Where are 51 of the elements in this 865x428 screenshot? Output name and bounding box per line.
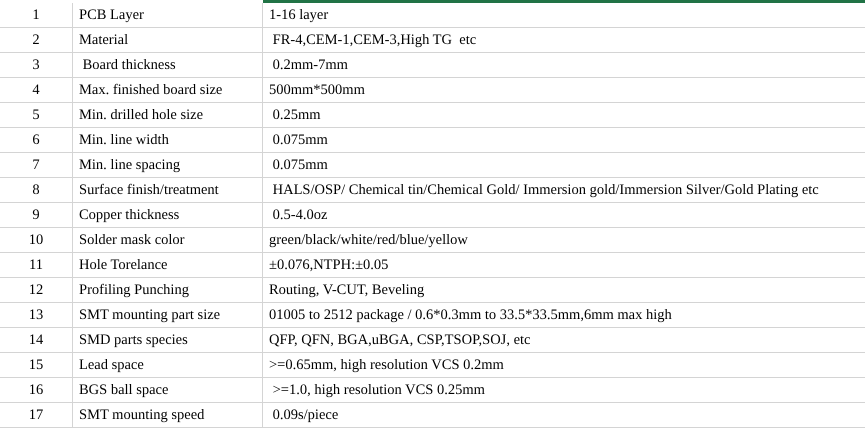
row-number-cell: 11 (0, 253, 73, 278)
row-number-cell: 8 (0, 178, 73, 203)
row-number-cell: 4 (0, 78, 73, 103)
row-number-cell: 5 (0, 103, 73, 128)
value-cell: green/black/white/red/blue/yellow (263, 228, 865, 253)
value-cell: FR-4,CEM-1,CEM-3,High TG etc (263, 28, 865, 53)
parameter-cell: SMT mounting part size (73, 303, 263, 328)
parameter-cell: Profiling Punching (73, 278, 263, 303)
parameter-cell: Lead space (73, 353, 263, 378)
row-number-cell: 15 (0, 353, 73, 378)
value-cell: 0.09s/piece (263, 403, 865, 428)
value-cell: 01005 to 2512 package / 0.6*0.3mm to 33.5*33.5mm,6mm max high (263, 303, 865, 328)
row-number-cell: 12 (0, 278, 73, 303)
parameter-cell: Max. finished board size (73, 78, 263, 103)
row-number-cell: 6 (0, 128, 73, 153)
row-number-cell: 13 (0, 303, 73, 328)
row-number-cell: 17 (0, 403, 73, 428)
row-number-cell: 1 (0, 3, 73, 28)
value-cell: >=0.65mm, high resolution VCS 0.2mm (263, 353, 865, 378)
row-number-cell: 9 (0, 203, 73, 228)
parameter-cell: BGS ball space (73, 378, 263, 403)
parameter-cell: Material (73, 28, 263, 53)
value-cell: 0.25mm (263, 103, 865, 128)
row-number-cell: 3 (0, 53, 73, 78)
value-cell: QFP, QFN, BGA,uBGA, CSP,TSOP,SOJ, etc (263, 328, 865, 353)
parameter-cell: SMD parts species (73, 328, 263, 353)
value-cell: 0.5-4.0oz (263, 203, 865, 228)
row-number-cell: 10 (0, 228, 73, 253)
value-cell: 0.2mm-7mm (263, 53, 865, 78)
parameter-cell: PCB Layer (73, 3, 263, 28)
parameter-cell: SMT mounting speed (73, 403, 263, 428)
parameter-cell: Min. line spacing (73, 153, 263, 178)
parameter-cell: Min. drilled hole size (73, 103, 263, 128)
parameter-cell: Copper thickness (73, 203, 263, 228)
parameter-cell: Surface finish/treatment (73, 178, 263, 203)
value-cell: >=1.0, high resolution VCS 0.25mm (263, 378, 865, 403)
parameter-cell: Solder mask color (73, 228, 263, 253)
parameter-cell: Min. line width (73, 128, 263, 153)
value-cell: 1-16 layer (263, 3, 865, 28)
value-cell: 0.075mm (263, 128, 865, 153)
value-cell: ±0.076,NTPH:±0.05 (263, 253, 865, 278)
parameter-cell: Hole Torelance (73, 253, 263, 278)
value-cell: 0.075mm (263, 153, 865, 178)
row-number-cell: 16 (0, 378, 73, 403)
parameter-cell: Board thickness (73, 53, 263, 78)
row-number-cell: 7 (0, 153, 73, 178)
row-number-cell: 2 (0, 28, 73, 53)
value-cell: 500mm*500mm (263, 78, 865, 103)
value-cell: HALS/OSP/ Chemical tin/Chemical Gold/ Immersion gold/Immersion Silver/Gold Plating etc (263, 178, 865, 203)
row-number-cell: 14 (0, 328, 73, 353)
value-cell: Routing, V-CUT, Beveling (263, 278, 865, 303)
